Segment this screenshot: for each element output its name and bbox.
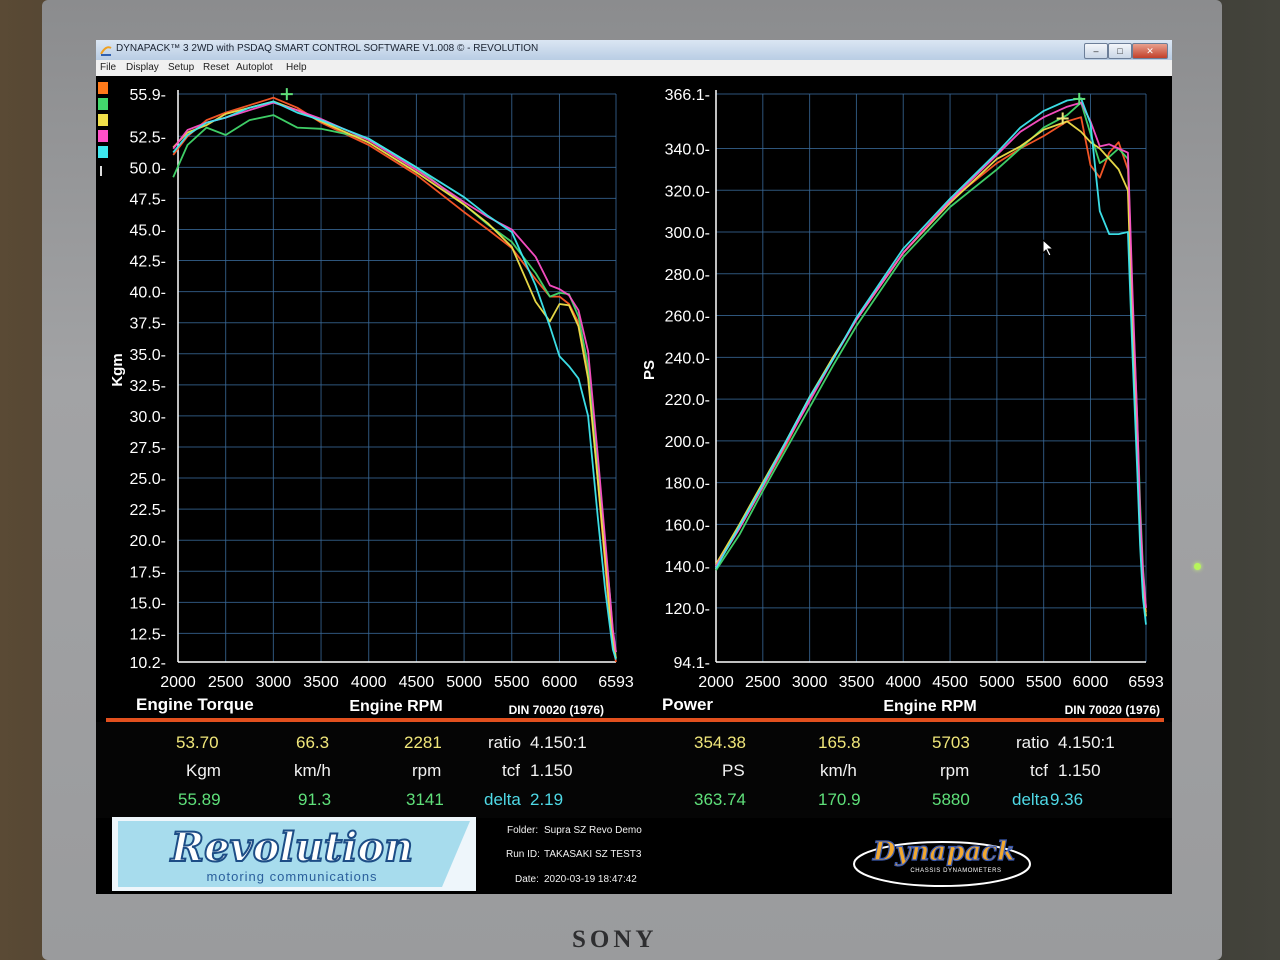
speed-unit-left: km/h <box>294 761 331 780</box>
dynapack-logo: Dynapack CHASSIS DYNAMOMETERS <box>853 836 1031 887</box>
power-indicator-light <box>1194 563 1201 570</box>
folder-value: Supra SZ Revo Demo <box>544 825 642 836</box>
tcf-label-left: tcf <box>502 761 520 780</box>
speed-current-right: 165.8 <box>818 733 861 752</box>
readout-background <box>96 718 1172 818</box>
ratio-label-right: ratio <box>1016 733 1050 752</box>
date-label: Date: <box>515 874 539 885</box>
monitor-screen: DYNAPACK™ 3 2WD with PSDAQ SMART CONTROL… <box>96 40 1172 894</box>
speed-current-left: 66.3 <box>296 733 330 752</box>
folder-label: Folder: <box>507 825 539 836</box>
delta-value-right: 9.36 <box>1050 790 1084 809</box>
speed-peak-left: 91.3 <box>298 790 332 809</box>
ratio-value-left: 4.150:1 <box>530 733 587 752</box>
torque-unit: Kgm <box>186 761 221 780</box>
tcf-label-right: tcf <box>1030 761 1048 780</box>
runid-value: TAKASAKI SZ TEST3 <box>544 849 642 860</box>
delta-label-right: delta <box>1012 790 1049 809</box>
readout-panel <box>96 722 1172 818</box>
torque-current: 53.70 <box>176 733 219 752</box>
svg-text:Revolution: Revolution <box>170 824 413 871</box>
rpm-unit-left: rpm <box>412 761 442 780</box>
monitor-brand-logo: SONY <box>572 926 658 953</box>
delta-value-left: 2.19 <box>530 790 564 809</box>
svg-text:CHASSIS DYNAMOMETERS: CHASSIS DYNAMOMETERS <box>910 868 1001 874</box>
tcf-value-left: 1.150 <box>530 761 573 780</box>
ratio-label-left: ratio <box>488 733 522 752</box>
tcf-value-right: 1.150 <box>1058 761 1101 780</box>
speed-peak-right: 170.9 <box>818 790 861 809</box>
delta-label-left: delta <box>484 790 521 809</box>
runid-label: Run ID: <box>506 849 540 860</box>
svg-text:Dynapack: Dynapack <box>872 837 1015 867</box>
speed-unit-right: km/h <box>820 761 857 780</box>
rpm-current-left: 2281 <box>404 733 442 752</box>
rpm-peak-left: 3141 <box>406 790 444 809</box>
divider-bar <box>106 718 1164 722</box>
torque-peak: 55.89 <box>178 790 221 809</box>
svg-text:motoring communications: motoring communications <box>206 869 377 884</box>
power-unit: PS <box>722 761 745 780</box>
rpm-peak-right: 5880 <box>932 790 970 809</box>
power-peak: 363.74 <box>694 790 746 809</box>
power-current: 354.38 <box>694 733 746 752</box>
ratio-value-right: 4.150:1 <box>1058 733 1115 752</box>
rpm-current-right: 5703 <box>932 733 970 752</box>
revolution-logo: Revolution motoring communications <box>112 817 476 891</box>
date-value: 2020-03-19 18:47:42 <box>544 874 637 885</box>
rpm-unit-right: rpm <box>940 761 970 780</box>
